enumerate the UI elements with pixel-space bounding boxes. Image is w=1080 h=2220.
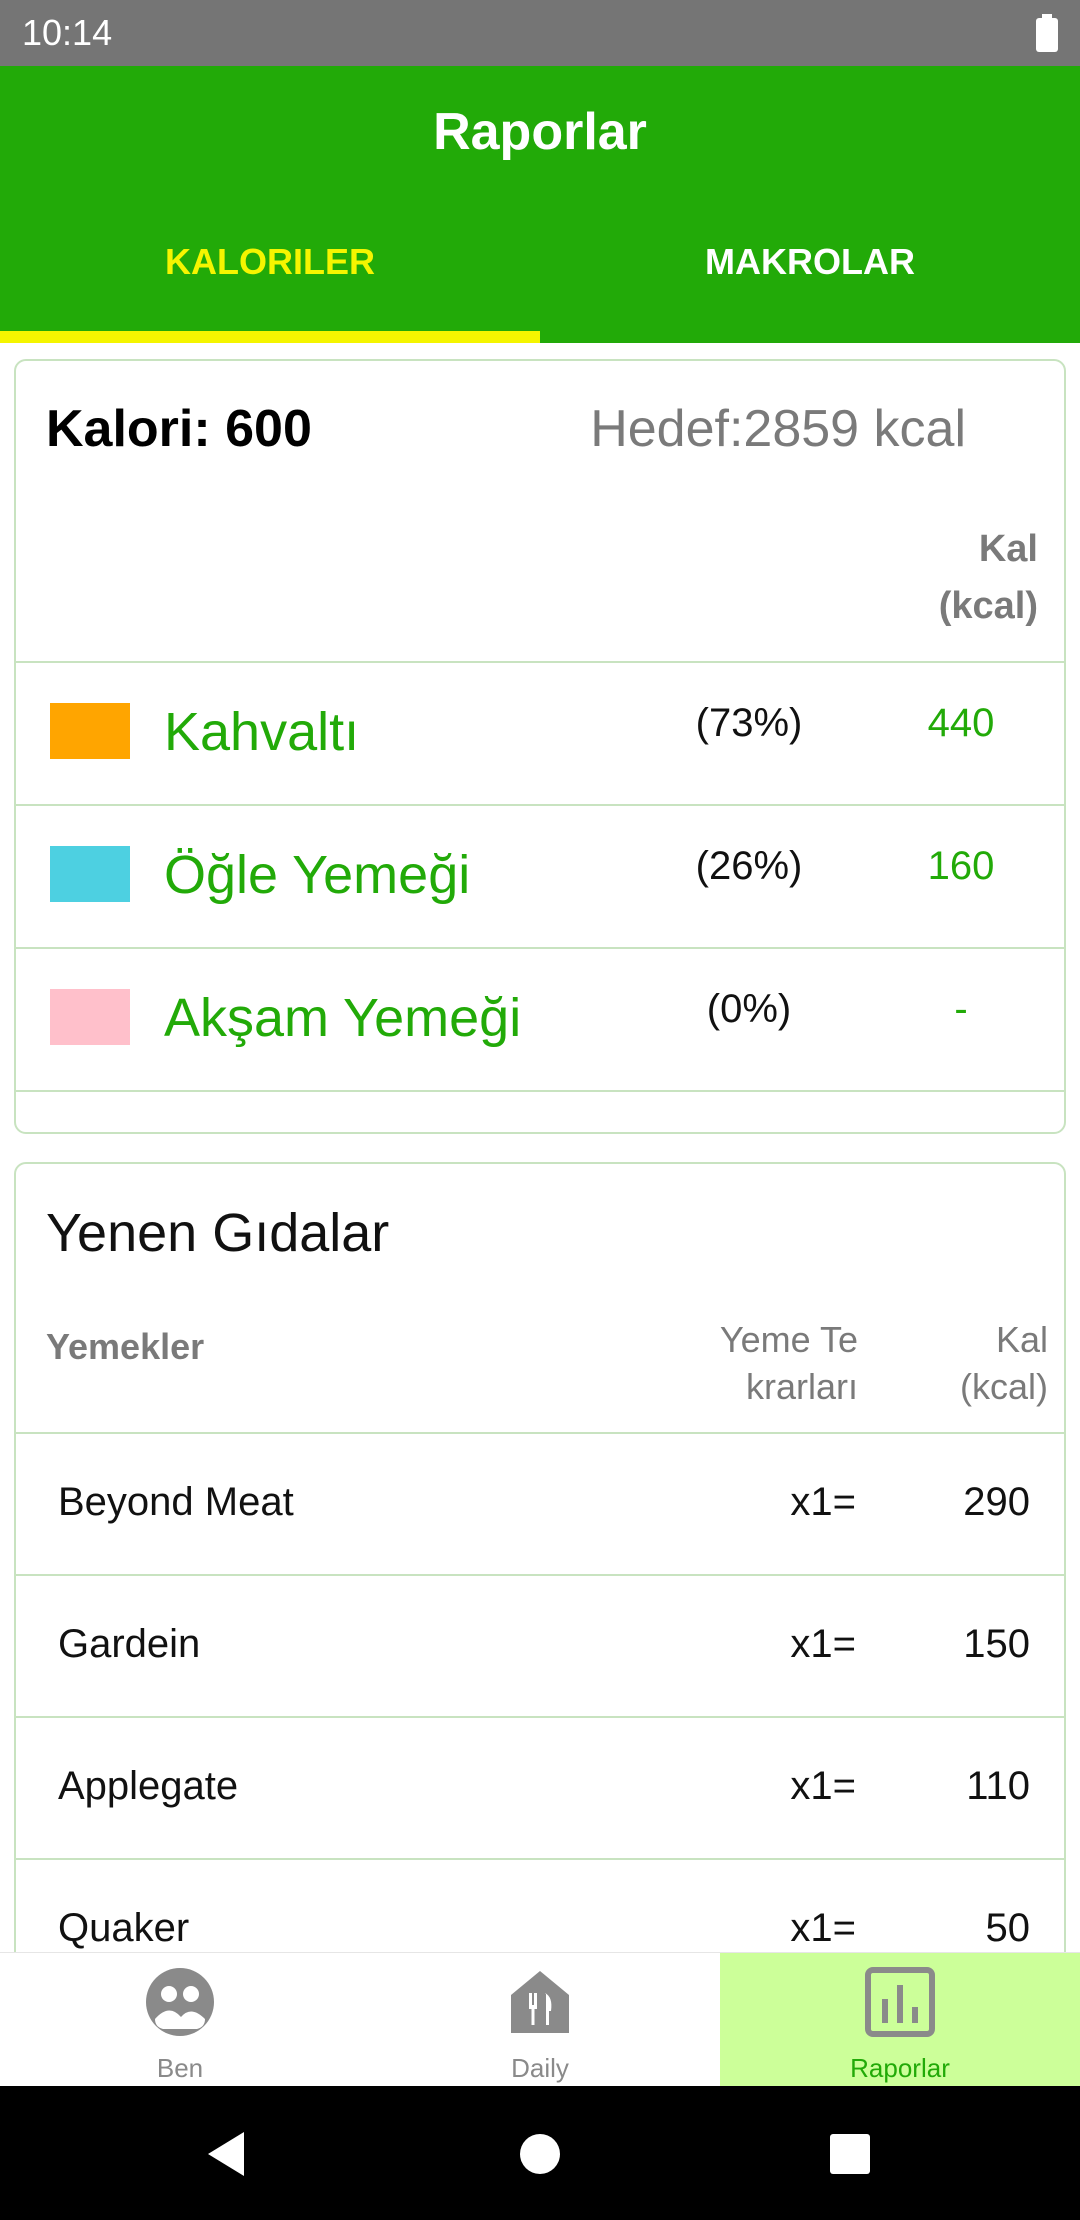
kcal-column-header: Kal (kcal)	[960, 1316, 1048, 1410]
meal-kcal: -	[954, 987, 968, 1031]
kcal-header-line2: (kcal)	[960, 1366, 1048, 1407]
meal-kcal: 160	[927, 844, 995, 888]
eaten-foods-title: Yenen Gıdalar	[46, 1203, 390, 1263]
back-icon[interactable]	[200, 2126, 256, 2182]
food-name: Applegate	[58, 1764, 239, 1808]
meal-percent: (0%)	[706, 987, 792, 1031]
meal-color-swatch	[50, 989, 130, 1045]
food-name: Gardein	[58, 1622, 201, 1666]
nav-label: Daily	[511, 2053, 569, 2083]
meal-name: Öğle Yemeği	[164, 845, 471, 905]
meal-kcal: 440	[927, 701, 995, 745]
kcal-header-line2: (kcal)	[938, 585, 1038, 627]
tab-indicator	[0, 331, 540, 343]
meal-row-ogle-yemegi[interactable]: Öğle Yemeği (26%) 160	[16, 804, 1064, 947]
food-kcal: 150	[963, 1622, 1030, 1666]
nav-item-daily[interactable]: Daily	[360, 1953, 720, 2087]
food-kcal: 290	[963, 1480, 1030, 1524]
nav-item-raporlar[interactable]: Raporlar	[720, 1953, 1080, 2087]
nav-label: Raporlar	[850, 2053, 950, 2083]
nav-item-ben[interactable]: Ben	[0, 1953, 360, 2087]
people-icon	[146, 1968, 214, 2036]
meal-color-swatch	[50, 846, 130, 902]
status-bar: 10:14	[0, 0, 1080, 66]
calorie-goal: Hedef:2859 kcal	[590, 400, 966, 458]
food-row[interactable]: Beyond Meat x1= 290	[16, 1432, 1064, 1574]
nav-label: Ben	[156, 2053, 204, 2083]
food-count: x1=	[790, 1764, 856, 1808]
count-header-line2: krarları	[745, 1366, 858, 1407]
calorie-total: Kalori: 600	[46, 400, 312, 458]
bar-chart-icon	[865, 1967, 935, 2037]
food-count: x1=	[790, 1480, 856, 1524]
status-time: 10:14	[22, 12, 113, 53]
tab-kaloriler[interactable]: KALORILER	[0, 241, 540, 283]
food-kcal: 50	[985, 1906, 1031, 1950]
meal-row-aksam-yemegi[interactable]: Akşam Yemeği (0%) -	[16, 947, 1064, 1090]
tab-makrolar[interactable]: MAKROLAR	[540, 241, 1080, 283]
meal-name: Akşam Yemeği	[164, 988, 522, 1048]
calorie-summary-card: Kalori: 600 Hedef:2859 kcal Kal (kcal) K…	[14, 359, 1066, 1134]
food-kcal: 110	[966, 1764, 1030, 1808]
kcal-column-header: Kal (kcal)	[888, 521, 1038, 635]
page-title: Raporlar	[433, 103, 647, 161]
meal-name: Kahvaltı	[164, 702, 360, 762]
meal-row-kahvalti[interactable]: Kahvaltı (73%) 440	[16, 661, 1064, 804]
food-count: x1=	[790, 1622, 856, 1666]
restaurant-icon	[511, 1971, 569, 2033]
divider	[16, 1090, 1064, 1092]
foods-column-header: Yemekler	[46, 1326, 205, 1367]
battery-icon	[1036, 14, 1058, 52]
app-bar: Raporlar KALORILER MAKROLAR	[0, 66, 1080, 343]
recents-icon[interactable]	[822, 2126, 878, 2182]
food-row[interactable]: Gardein x1= 150	[16, 1574, 1064, 1716]
meal-percent: (73%)	[695, 701, 803, 745]
system-navigation-bar	[0, 2086, 1080, 2220]
kcal-header-line1: Kal	[995, 1319, 1048, 1360]
count-header-line1: Yeme Te	[719, 1319, 858, 1360]
count-column-header: Yeme Te krarları	[720, 1316, 858, 1410]
meal-color-swatch	[50, 703, 130, 759]
kcal-header-line1: Kal	[978, 528, 1038, 570]
bottom-navigation: Ben Daily Raporlar	[0, 1952, 1080, 2087]
meal-percent: (26%)	[695, 844, 803, 888]
food-row[interactable]: Applegate x1= 110	[16, 1716, 1064, 1858]
food-name: Beyond Meat	[58, 1480, 294, 1524]
food-count: x1=	[790, 1906, 856, 1950]
food-name: Quaker	[58, 1906, 190, 1950]
home-icon[interactable]	[512, 2126, 568, 2182]
